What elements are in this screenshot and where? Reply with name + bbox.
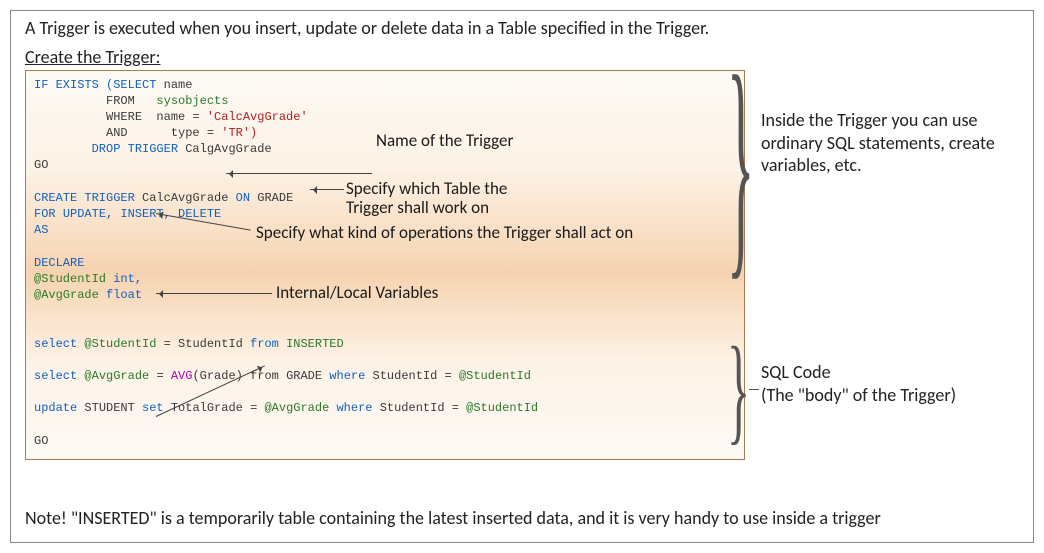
annot-vars: Internal/Local Variables bbox=[276, 283, 438, 303]
slide-container: A Trigger is executed when you insert, u… bbox=[10, 10, 1034, 543]
annot-name: Name of the Trigger bbox=[376, 131, 513, 151]
code-box: IF EXISTS (SELECT name FROM sysobjects W… bbox=[25, 70, 745, 460]
annot-table: Specify which Table the Trigger shall wo… bbox=[346, 179, 556, 218]
create-heading: Create the Trigger: bbox=[25, 46, 1019, 68]
footer-note: Note! "INSERTED" is a temporarily table … bbox=[25, 507, 1015, 530]
right-note-1: Inside the Trigger you can use ordinary … bbox=[761, 109, 1006, 177]
right-note-2b: (The "body" of the Trigger) bbox=[761, 384, 1006, 407]
brace-bottom: } bbox=[727, 341, 750, 437]
annot-ops: Specify what kind of operations the Trig… bbox=[256, 223, 636, 243]
brace-connector bbox=[749, 389, 759, 390]
brace-top: } bbox=[727, 71, 754, 256]
arrow-table bbox=[310, 189, 344, 190]
right-note-2a: SQL Code bbox=[761, 361, 1006, 384]
arrow-name bbox=[226, 173, 372, 174]
intro-text: A Trigger is executed when you insert, u… bbox=[25, 17, 1019, 40]
arrow-vars bbox=[156, 293, 272, 294]
